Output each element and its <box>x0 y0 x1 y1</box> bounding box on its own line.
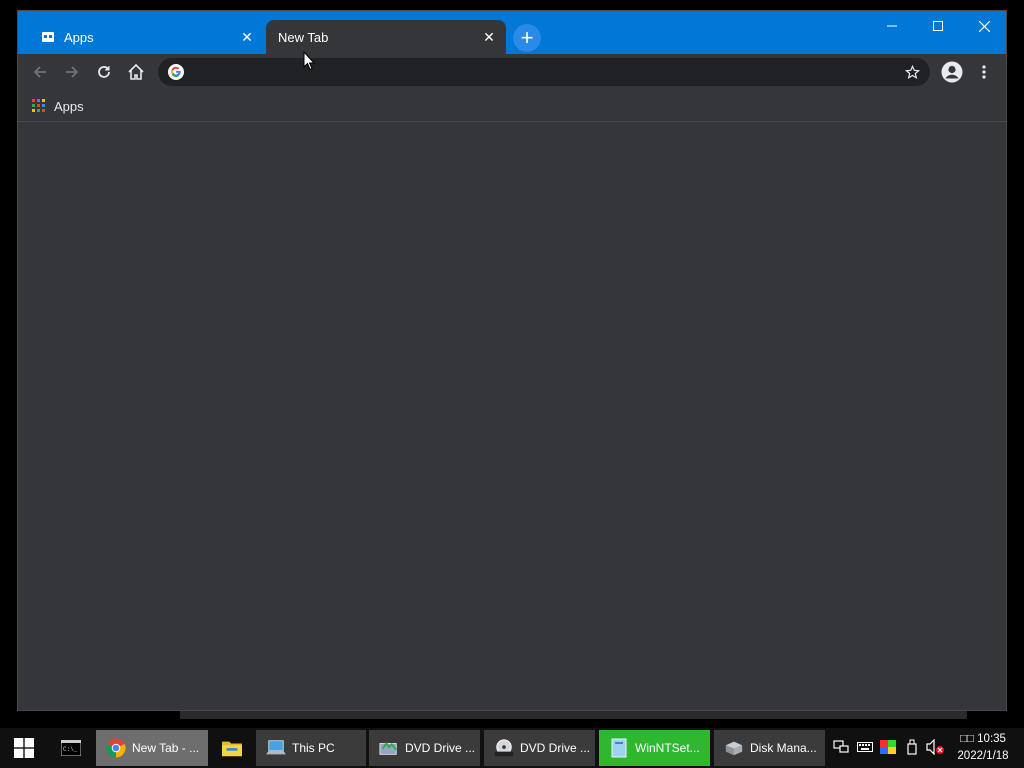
taskbar-app-winntsetup[interactable]: WinNTSet... <box>599 730 710 766</box>
taskbar-app-chrome[interactable]: New Tab - ... <box>96 730 208 766</box>
taskbar-app-label: This PC <box>292 741 335 755</box>
volume-muted-icon[interactable] <box>926 738 944 756</box>
mouse-cursor-icon <box>303 50 316 76</box>
omnibox[interactable] <box>158 58 930 86</box>
taskbar-app-dvd-drive-2[interactable]: DVD Drive ... <box>484 730 595 766</box>
apps-page-icon <box>40 29 56 45</box>
color-app-icon[interactable] <box>879 738 897 756</box>
plus-icon: + <box>520 25 534 50</box>
browser-toolbar <box>18 54 1006 90</box>
taskbar-app-cmd[interactable]: C:\_ <box>51 730 91 766</box>
google-icon <box>168 64 184 80</box>
taskbar-app-label: New Tab - ... <box>132 741 200 755</box>
tab-apps[interactable]: Apps ✕ <box>28 20 264 54</box>
disk-management-icon <box>724 738 744 758</box>
bookmark-apps[interactable]: Apps <box>28 94 88 118</box>
reload-icon <box>98 66 110 78</box>
taskbar-app-label: WinNTSet... <box>635 741 700 755</box>
tab-title: Apps <box>64 29 94 45</box>
windows-logo-icon <box>14 738 34 758</box>
account-icon <box>941 61 963 83</box>
taskbar-app-label: Disk Mana... <box>750 741 817 755</box>
taskbar-app-disk-management[interactable]: Disk Mana... <box>714 730 825 766</box>
tab-title: New Tab <box>278 29 329 45</box>
title-bar: Apps ✕ New Tab ✕ + <box>18 11 1006 54</box>
chrome-icon <box>106 738 126 758</box>
browser-window: Apps ✕ New Tab ✕ + Apps <box>17 10 1007 711</box>
arrow-left-icon <box>33 66 46 78</box>
home-icon <box>128 63 144 80</box>
menu-button[interactable] <box>970 58 998 86</box>
reload-button[interactable] <box>90 58 118 86</box>
keyboard-icon[interactable] <box>856 738 874 756</box>
address-input[interactable] <box>184 64 905 80</box>
kebab-menu-icon <box>982 65 986 79</box>
taskbar-app-label: DVD Drive ... <box>405 741 476 755</box>
forward-button[interactable] <box>58 58 86 86</box>
home-button[interactable] <box>122 58 150 86</box>
file-explorer-icon <box>222 738 242 758</box>
minimize-button[interactable] <box>869 11 915 41</box>
arrow-right-icon <box>66 66 79 78</box>
profile-button[interactable] <box>938 58 966 86</box>
taskbar-app-this-pc[interactable]: This PC <box>256 730 366 766</box>
taskbar-app-dvd-drive-1[interactable]: DVD Drive ... <box>369 730 480 766</box>
horizontal-scrollbar[interactable] <box>180 711 967 719</box>
close-window-button[interactable] <box>961 11 1006 41</box>
apps-grid-icon <box>32 99 46 113</box>
start-button[interactable] <box>0 728 48 768</box>
taskbar: C:\_ New Tab - ... This PC DVD Drive ...… <box>0 728 1024 768</box>
bookmark-label: Apps <box>54 98 84 114</box>
close-tab-icon[interactable]: ✕ <box>238 28 256 46</box>
dvd-drive-icon <box>379 738 399 758</box>
bookmarks-bar: Apps <box>18 90 1006 122</box>
system-clock[interactable]: □□ 10:35 2022/1/18 <box>950 731 1016 765</box>
usb-device-icon[interactable] <box>903 738 921 756</box>
tab-new-tab[interactable]: New Tab ✕ <box>266 20 506 54</box>
page-content-area[interactable] <box>18 122 1006 710</box>
svg-text:C:\_: C:\_ <box>63 746 78 753</box>
cmd-icon: C:\_ <box>61 738 81 758</box>
winntsetup-icon <box>609 738 629 758</box>
clock-time: □□ 10:35 <box>960 733 1006 745</box>
network-icon[interactable] <box>832 738 850 756</box>
this-pc-icon <box>266 738 286 758</box>
taskbar-app-file-explorer[interactable] <box>212 730 252 766</box>
taskbar-app-label: DVD Drive ... <box>520 741 591 755</box>
star-icon[interactable] <box>905 64 920 80</box>
new-tab-button[interactable]: + <box>513 24 541 52</box>
close-tab-icon[interactable]: ✕ <box>480 28 498 46</box>
clock-date: 2022/1/18 <box>957 750 1009 762</box>
maximize-button[interactable] <box>915 11 961 41</box>
dvd-rom-icon <box>494 738 514 758</box>
back-button[interactable] <box>26 58 54 86</box>
